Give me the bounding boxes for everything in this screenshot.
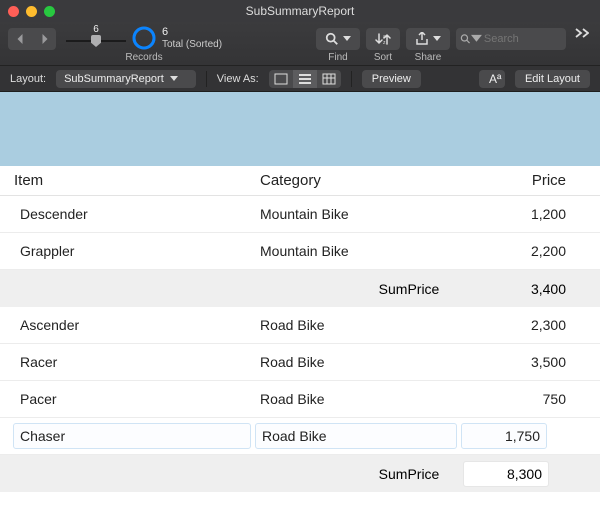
report-body: Item Category Price DescenderMountain Bi… xyxy=(0,92,600,526)
next-record-button[interactable] xyxy=(32,28,56,50)
titlebar: SubSummaryReport xyxy=(0,0,600,22)
edit-layout-button[interactable]: Edit Layout xyxy=(515,70,590,88)
layout-label: Layout: xyxy=(10,73,46,85)
sort-label: Sort xyxy=(374,52,392,63)
cell-item[interactable]: Ascender xyxy=(14,317,260,333)
cell-price[interactable]: 3,500 xyxy=(470,354,586,370)
chevron-down-icon xyxy=(170,76,178,82)
viewas-label: View As: xyxy=(217,73,259,85)
form-icon xyxy=(274,73,288,85)
prev-record-button[interactable] xyxy=(8,28,32,50)
col-item: Item xyxy=(14,172,260,189)
records-text: 6 Total (Sorted) xyxy=(162,26,222,49)
sum-value: 3,400 xyxy=(464,281,586,297)
search-icon xyxy=(325,32,339,46)
share-button[interactable] xyxy=(406,28,450,50)
cell-item[interactable]: Grappler xyxy=(14,243,260,259)
table-icon xyxy=(322,73,336,85)
cell-price[interactable]: 2,300 xyxy=(470,317,586,333)
progress-ring-icon xyxy=(132,26,156,50)
cell-item[interactable]: Pacer xyxy=(14,391,260,407)
column-headers: Item Category Price xyxy=(0,166,600,196)
share-icon xyxy=(415,32,429,46)
table-row[interactable]: RacerRoad Bike3,500 xyxy=(0,344,600,381)
chevron-down-icon xyxy=(471,32,482,46)
search-input[interactable] xyxy=(482,33,562,45)
record-nav xyxy=(8,28,56,50)
table-row[interactable]: ChaserRoad Bike1,750 xyxy=(0,418,600,455)
find-button[interactable] xyxy=(316,28,360,50)
cell-category[interactable]: Road Bike xyxy=(260,391,470,407)
records-total: 6 xyxy=(162,26,222,38)
window-controls xyxy=(8,6,55,17)
header-band xyxy=(0,92,600,166)
search-icon xyxy=(460,32,471,46)
view-mode-segment xyxy=(269,70,341,88)
cell-price[interactable]: 1,200 xyxy=(470,206,586,222)
col-category: Category xyxy=(260,172,470,189)
sum-value: 8,300 xyxy=(464,462,548,486)
window-title: SubSummaryReport xyxy=(0,4,600,18)
record-current: 6 xyxy=(66,24,126,35)
cell-category[interactable]: Road Bike xyxy=(256,424,456,448)
share-label: Share xyxy=(415,52,442,63)
sum-label: SumPrice xyxy=(354,281,464,297)
chevron-down-icon xyxy=(343,36,351,42)
search-field[interactable] xyxy=(456,28,566,50)
cell-category[interactable]: Mountain Bike xyxy=(260,206,470,222)
records-label: Records xyxy=(125,52,162,63)
minimize-icon[interactable] xyxy=(26,6,37,17)
sort-icon: az xyxy=(375,32,391,46)
cell-item[interactable]: Racer xyxy=(14,354,260,370)
records-status: Total (Sorted) xyxy=(162,39,222,50)
list-icon xyxy=(298,73,312,85)
cell-item[interactable]: Chaser xyxy=(14,424,250,448)
text-format-button[interactable]: Aª xyxy=(479,70,505,88)
cell-price[interactable]: 2,200 xyxy=(470,243,586,259)
cell-category[interactable]: Mountain Bike xyxy=(260,243,470,259)
subsummary-row: SumPrice 8,300 xyxy=(0,455,600,492)
view-list-button[interactable] xyxy=(293,70,317,88)
cell-item[interactable]: Descender xyxy=(14,206,260,222)
table-row[interactable]: GrapplerMountain Bike2,200 xyxy=(0,233,600,270)
zoom-icon[interactable] xyxy=(44,6,55,17)
layout-select[interactable]: SubSummaryReport xyxy=(56,70,196,88)
view-table-button[interactable] xyxy=(317,70,341,88)
find-label: Find xyxy=(328,52,347,63)
view-form-button[interactable] xyxy=(269,70,293,88)
cell-price[interactable]: 1,750 xyxy=(462,424,546,448)
chevron-down-icon xyxy=(433,36,441,42)
sort-button[interactable]: az xyxy=(366,28,400,50)
overflow-button[interactable] xyxy=(572,28,592,38)
text-format-icon: Aª xyxy=(489,72,501,86)
preview-button[interactable]: Preview xyxy=(362,70,421,88)
subsummary-row: SumPrice 3,400 xyxy=(0,270,600,307)
record-slider[interactable]: 6 xyxy=(66,32,126,44)
table-row[interactable]: AscenderRoad Bike2,300 xyxy=(0,307,600,344)
table-row[interactable]: DescenderMountain Bike1,200 xyxy=(0,196,600,233)
svg-text:z: z xyxy=(383,40,386,46)
nav-spacer xyxy=(31,52,34,63)
col-price: Price xyxy=(470,172,586,189)
layout-value: SubSummaryReport xyxy=(64,73,164,85)
toolbar: 6 6 Total (Sorted) Records Find az Sort xyxy=(0,22,600,66)
cell-category[interactable]: Road Bike xyxy=(260,317,470,333)
table-row[interactable]: PacerRoad Bike750 xyxy=(0,381,600,418)
cell-category[interactable]: Road Bike xyxy=(260,354,470,370)
cell-price[interactable]: 750 xyxy=(470,391,586,407)
close-icon[interactable] xyxy=(8,6,19,17)
records-block: 6 6 Total (Sorted) Records xyxy=(66,26,222,63)
sum-label: SumPrice xyxy=(354,466,464,482)
layout-bar: Layout: SubSummaryReport View As: Previe… xyxy=(0,66,600,92)
